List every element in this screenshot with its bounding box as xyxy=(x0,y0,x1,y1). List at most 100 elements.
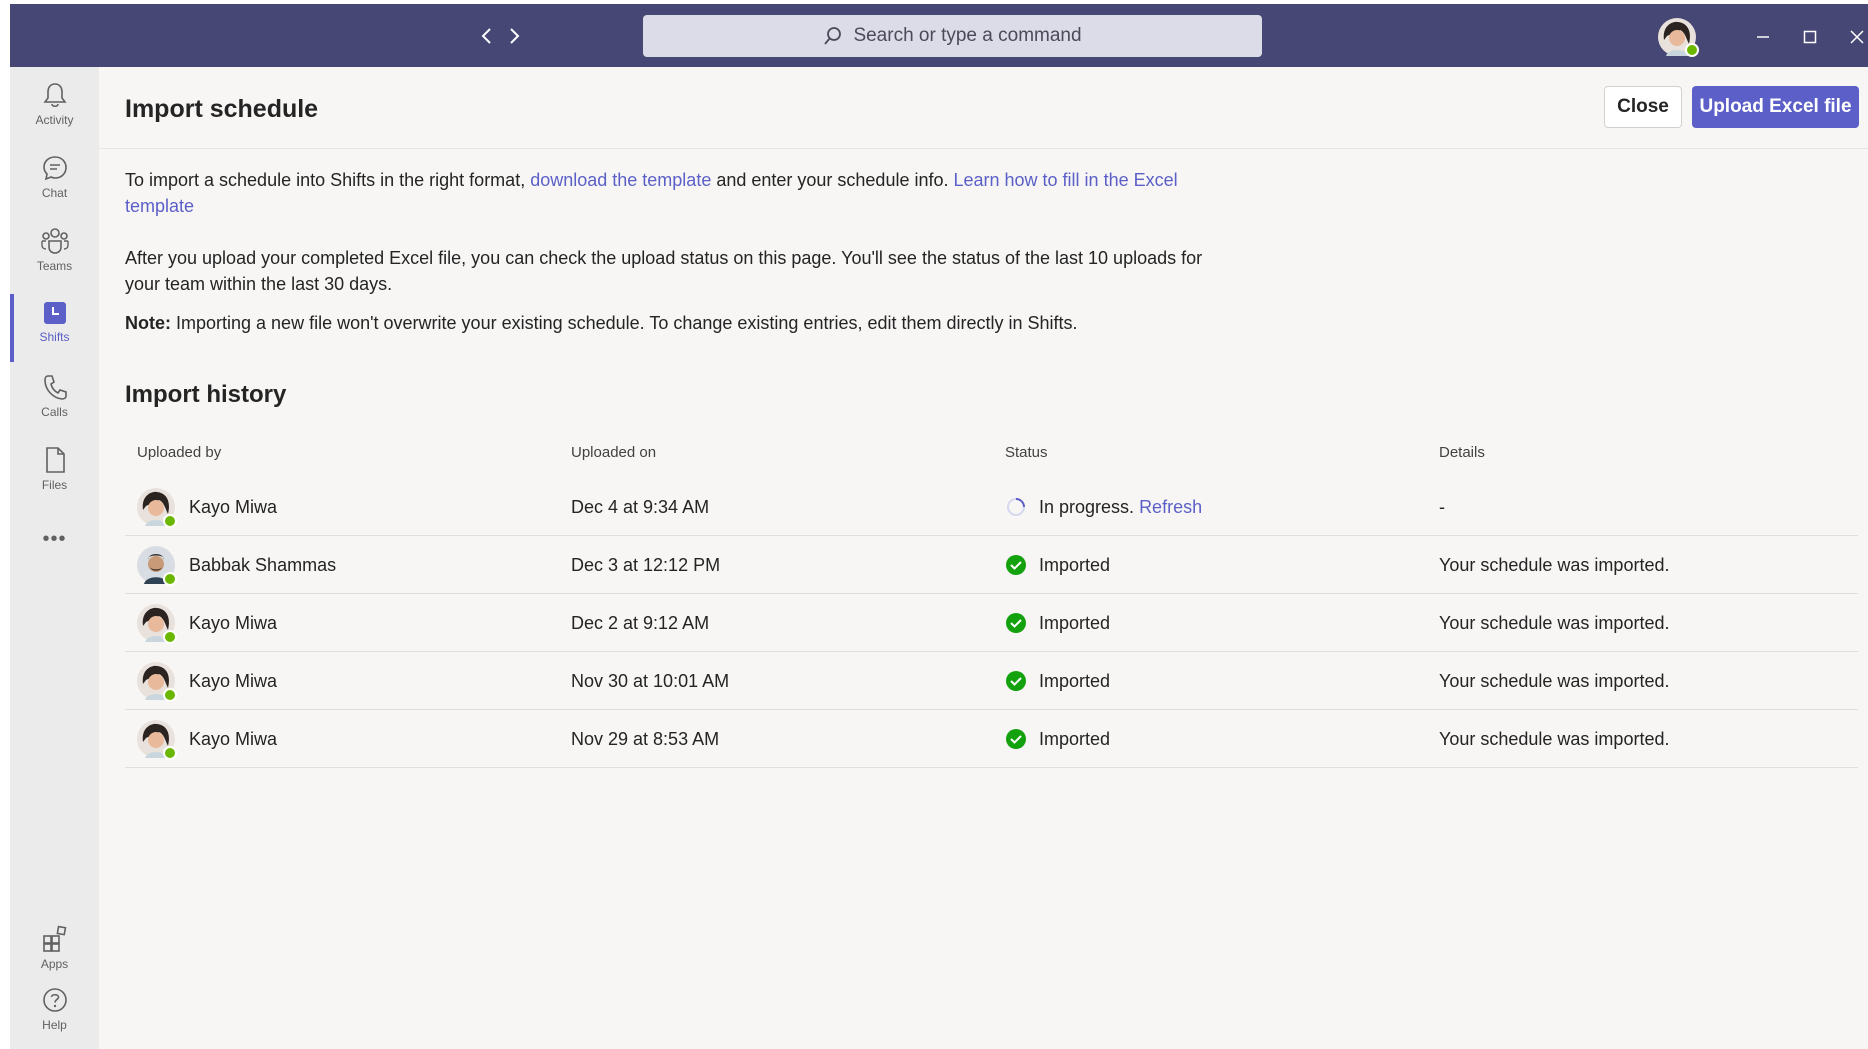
rail-label-shifts: Shifts xyxy=(39,330,70,344)
status-cell: Imported xyxy=(1005,710,1110,768)
avatar xyxy=(137,662,177,702)
avatar xyxy=(137,546,177,586)
intro-paragraph: To import a schedule into Shifts in the … xyxy=(125,167,1245,219)
rail-item-shifts[interactable]: Shifts xyxy=(10,294,99,362)
details-cell: - xyxy=(1439,496,1445,517)
close-button[interactable]: Close xyxy=(1604,86,1682,128)
minimize-icon xyxy=(1757,36,1769,38)
import-history-table: Uploaded by Uploaded on Status Details K… xyxy=(125,430,1858,768)
help-icon xyxy=(42,988,67,1012)
app-rail: Activity Chat Teams Shifts Calls Files •… xyxy=(10,67,99,1049)
upload-excel-button[interactable]: Upload Excel file xyxy=(1692,86,1859,128)
status-text: In progress. xyxy=(1039,496,1135,517)
status-text: Imported xyxy=(1039,728,1111,749)
details-cell: Your schedule was imported. xyxy=(1439,670,1670,691)
presence-available-icon xyxy=(163,630,177,644)
avatar xyxy=(137,488,177,528)
download-template-link[interactable]: download the template xyxy=(530,170,711,190)
minimize-button[interactable] xyxy=(1748,22,1778,52)
table-row: Kayo Miwa Dec 2 at 9:12 AM Imported Your… xyxy=(125,594,1858,652)
details-cell: Your schedule was imported. xyxy=(1439,612,1670,633)
table-row: Kayo Miwa Nov 29 at 8:53 AM Imported You… xyxy=(125,710,1858,768)
rail-item-activity[interactable]: Activity xyxy=(10,75,99,143)
note-text: Importing a new file won't overwrite you… xyxy=(171,313,1078,333)
uploaded-on-cell: Dec 2 at 9:12 AM xyxy=(571,612,710,633)
rail-label-help: Help xyxy=(42,1018,67,1032)
rail-item-teams[interactable]: Teams xyxy=(10,221,99,289)
table-row: Kayo Miwa Nov 30 at 10:01 AM Imported Yo… xyxy=(125,652,1858,710)
maximize-button[interactable] xyxy=(1795,22,1825,52)
uploaded-on-cell: Nov 30 at 10:01 AM xyxy=(571,670,730,691)
note-label: Note: xyxy=(125,313,171,333)
table-header: Uploaded by Uploaded on Status Details xyxy=(125,430,1858,478)
rail-label-files: Files xyxy=(41,478,68,492)
apps-icon xyxy=(42,925,66,952)
shifts-icon xyxy=(43,302,66,324)
presence-available-icon xyxy=(163,572,177,586)
teams-window: Search or type a command Activity Chat T… xyxy=(10,4,1868,1049)
search-placeholder: Search or type a command xyxy=(853,25,1082,46)
presence-available-icon xyxy=(1685,43,1699,57)
page-header: Import schedule Close Upload Excel file xyxy=(99,67,1868,149)
title-bar: Search or type a command xyxy=(10,4,1868,67)
user-name: Kayo Miwa xyxy=(189,728,278,749)
uploaded-by-cell: Kayo Miwa xyxy=(137,710,277,768)
status-cell: In progress. Refresh xyxy=(1005,478,1202,536)
status-cell: Imported xyxy=(1005,536,1110,594)
user-name: Kayo Miwa xyxy=(189,612,278,633)
uploaded-on-cell: Nov 29 at 8:53 AM xyxy=(571,728,720,749)
rail-item-files[interactable]: Files xyxy=(10,440,99,508)
column-header-details: Details xyxy=(1439,444,1485,461)
rail-item-calls[interactable]: Calls xyxy=(10,367,99,435)
refresh-link[interactable]: Refresh xyxy=(1139,497,1202,518)
spinner-icon xyxy=(1007,498,1025,516)
user-name: Babbak Shammas xyxy=(189,554,337,575)
more-icon: ••• xyxy=(42,528,67,550)
uploaded-by-cell: Kayo Miwa xyxy=(137,652,277,710)
rail-label-apps: Apps xyxy=(40,957,69,971)
chevron-left-icon xyxy=(481,28,491,44)
rail-label-calls: Calls xyxy=(41,405,68,419)
checkmark-circle-icon xyxy=(1006,729,1026,749)
status-text: Imported xyxy=(1039,612,1111,633)
user-name: Kayo Miwa xyxy=(189,670,278,691)
uploaded-on-cell: Dec 3 at 12:12 PM xyxy=(571,554,721,575)
note-paragraph: Note: Importing a new file won't overwri… xyxy=(125,310,1245,336)
rail-item-help[interactable]: Help xyxy=(10,980,99,1048)
chat-icon xyxy=(42,156,67,181)
status-cell: Imported xyxy=(1005,594,1110,652)
page-title: Import schedule xyxy=(125,95,319,123)
maximize-icon xyxy=(1803,30,1817,44)
close-window-button[interactable] xyxy=(1842,22,1868,52)
avatar xyxy=(137,604,177,644)
search-input[interactable]: Search or type a command xyxy=(643,15,1262,57)
presence-available-icon xyxy=(163,514,177,528)
forward-button[interactable] xyxy=(500,22,528,50)
close-icon xyxy=(1850,30,1864,44)
checkmark-circle-icon xyxy=(1006,671,1026,691)
intro-text-2: and enter your schedule info. xyxy=(711,170,954,190)
rail-item-apps[interactable]: Apps xyxy=(10,919,99,987)
user-name: Kayo Miwa xyxy=(189,496,278,517)
main-content: Import schedule Close Upload Excel file … xyxy=(99,67,1868,1049)
uploaded-by-cell: Kayo Miwa xyxy=(137,478,277,536)
presence-available-icon xyxy=(163,688,177,702)
avatar xyxy=(137,720,177,760)
file-icon xyxy=(45,447,65,473)
uploaded-by-cell: Babbak Shammas xyxy=(137,536,336,594)
status-text: Imported xyxy=(1039,670,1111,691)
more-apps-button[interactable]: ••• xyxy=(10,522,99,562)
rail-label-chat: Chat xyxy=(41,186,68,200)
intro-text-1: To import a schedule into Shifts in the … xyxy=(125,170,531,190)
details-cell: Your schedule was imported. xyxy=(1439,728,1670,749)
active-indicator xyxy=(10,294,14,362)
rail-item-chat[interactable]: Chat xyxy=(10,148,99,216)
checkmark-circle-icon xyxy=(1006,613,1026,633)
back-button[interactable] xyxy=(473,22,501,50)
details-cell: Your schedule was imported. xyxy=(1439,554,1670,575)
table-row: Babbak Shammas Dec 3 at 12:12 PM Importe… xyxy=(125,536,1858,594)
profile-avatar[interactable] xyxy=(1658,18,1699,57)
rail-label-activity: Activity xyxy=(35,113,74,127)
status-text: Imported xyxy=(1039,554,1111,575)
teams-icon xyxy=(40,228,69,254)
